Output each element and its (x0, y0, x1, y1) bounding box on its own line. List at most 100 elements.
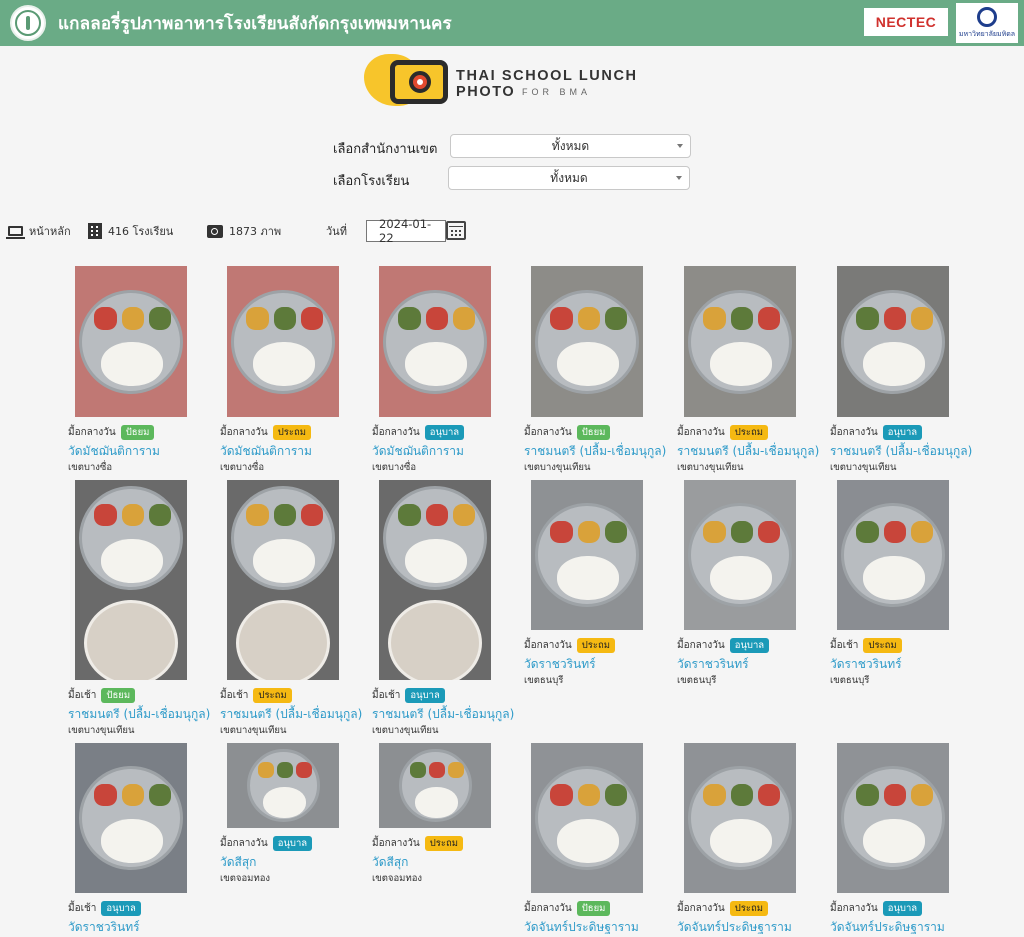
laptop-icon (6, 226, 25, 239)
school-name-link[interactable]: วัดจันทร์ประดิษฐาราม (830, 918, 980, 934)
meal-type: มื้อกลางวัน (220, 838, 268, 849)
meal-type: มื้อกลางวัน (677, 640, 725, 651)
food-photo[interactable] (837, 743, 949, 893)
food-photo[interactable] (379, 743, 491, 828)
school-name-link[interactable]: วัดจันทร์ประดิษฐาราม (677, 918, 827, 934)
photo-card-info: มื้อกลางวัน ประถม ราชมนตรี (ปลื้ม-เชื่อมนุ… (677, 425, 827, 475)
food-tray (688, 289, 792, 394)
level-badge: ปัธยม (120, 425, 155, 440)
school-name-link[interactable]: วัดมัชฌันติการาม (372, 442, 522, 458)
food-photo[interactable] (531, 480, 643, 630)
food-photo[interactable] (531, 266, 643, 417)
district-name: เขตบางซื่อ (220, 462, 265, 473)
school-name-link[interactable]: ราชมนตรี (ปลื้ม-เชื่อมนุกูล) (677, 442, 827, 458)
meal-row: มื้อกลางวัน ประถม (677, 901, 827, 916)
district-select-value: ทั้งหมด (551, 138, 590, 153)
stats-bar: หน้าหลัก 416 โรงเรียน 1873 ภาพ วันที่ 20… (0, 217, 1024, 245)
school-name-link[interactable]: ราชมนตรี (ปลื้ม-เชื่อมนุกูล) (524, 442, 674, 458)
meal-type: มื้อกลางวัน (372, 838, 420, 849)
district-name: เขตบางขุนเทียน (524, 462, 591, 473)
school-name-link[interactable]: วัดราชวรินทร์ (68, 918, 218, 934)
level-badge: ประถม (729, 425, 768, 440)
nectec-logo[interactable]: NECTEC (864, 8, 948, 36)
photo-card-info: มื้อกลางวัน อนุบาลราชมนตรี (ปลื้ม-เชื่อมน… (830, 425, 980, 475)
level-badge: อนุบาล (882, 901, 923, 916)
school-name-link[interactable]: วัดราชวรินทร์ (830, 655, 980, 671)
photo-card-info: มื้อกลางวัน อนุบาล วัดสีสุก เขตจอมทอง (220, 836, 370, 886)
school-name-link[interactable]: วัดมัชฌันติการาม (220, 442, 370, 458)
school-name-link[interactable]: วัดสีสุก (372, 853, 522, 869)
food-photo[interactable] (684, 480, 796, 630)
food-photo[interactable] (379, 266, 491, 417)
date-input[interactable]: 2024-01-22 (366, 217, 446, 245)
food-photo[interactable] (837, 266, 949, 417)
district-select[interactable]: ทั้งหมด (450, 134, 691, 158)
district-name: เขตบางขุนเทียน (372, 725, 439, 736)
calendar-icon[interactable] (446, 221, 466, 240)
food-photo[interactable] (227, 743, 339, 828)
food-photo[interactable] (531, 743, 643, 893)
bma-seal-logo[interactable] (10, 5, 46, 41)
food-tray (535, 289, 639, 394)
school-name-link[interactable]: ราชมนตรี (ปลื้ม-เชื่อมนุกูล) (830, 442, 980, 458)
meal-type: มื้อกลางวัน (830, 903, 878, 914)
photo-card-info: มื้อกลางวัน ปัธยมวัดจันทร์ประดิษฐาราม (524, 901, 674, 936)
school-name-link[interactable]: ราชมนตรี (ปลื้ม-เชื่อมนุกูล) (372, 705, 522, 721)
food-photo[interactable] (837, 480, 949, 630)
meal-type: มื้อกลางวัน (524, 427, 572, 438)
level-badge: ปัธยม (576, 425, 611, 440)
food-photo[interactable] (684, 743, 796, 893)
school-name-link[interactable]: วัดราชวรินทร์ (677, 655, 827, 671)
building-icon (88, 223, 102, 239)
school-name-link[interactable]: ราชมนตรี (ปลื้ม-เชื่อมนุกูล) (68, 705, 218, 721)
school-name-link[interactable]: วัดมัชฌันติการาม (68, 442, 218, 458)
meal-type: มื้อกลางวัน (68, 427, 116, 438)
food-photo[interactable] (379, 480, 491, 680)
district-name: เขตจอมทอง (372, 873, 423, 884)
mahidol-logo[interactable]: มหาวิทยาลัยมหิดล (956, 3, 1018, 43)
soup-bowl (84, 600, 178, 680)
home-link[interactable]: หน้าหลัก (6, 222, 71, 240)
level-badge: อนุบาล (882, 425, 923, 440)
mahidol-seal-icon (977, 6, 997, 27)
site-logo[interactable]: THAI SCHOOL LUNCH PHOTO FOR BMA (364, 52, 674, 112)
meal-row: มื้อเช้า อนุบาล (68, 901, 218, 916)
meal-type: มื้อกลางวัน (677, 903, 725, 914)
food-photo[interactable] (227, 480, 339, 680)
school-select[interactable]: ทั้งหมด (448, 166, 690, 190)
school-count-label: 416 โรงเรียน (108, 225, 174, 238)
level-badge: อนุบาล (729, 638, 770, 653)
food-tray (841, 289, 945, 394)
meal-type: มื้อกลางวัน (830, 427, 878, 438)
food-photo[interactable] (75, 743, 187, 893)
school-name-link[interactable]: วัดจันทร์ประดิษฐาราม (524, 918, 674, 934)
food-tray (383, 486, 487, 590)
food-photo[interactable] (75, 266, 187, 417)
meal-row: มื้อกลางวัน อนุบาล (372, 425, 522, 440)
level-badge: ปัธยม (576, 901, 611, 916)
meal-type: มื้อกลางวัน (524, 903, 572, 914)
photo-count: 1873 ภาพ (207, 222, 281, 240)
meal-row: มื้อกลางวัน ปัธยม (68, 425, 218, 440)
level-badge: อนุบาล (424, 425, 465, 440)
photo-card-info: มื้อเช้า อนุบาลวัดราชวรินทร์ (68, 901, 218, 936)
school-name-link[interactable]: วัดสีสุก (220, 853, 370, 869)
district-filter-label: เลือกสำนักงานเขต (333, 142, 438, 157)
camera-logo-icon (390, 60, 448, 104)
school-name-link[interactable]: วัดราชวรินทร์ (524, 655, 674, 671)
food-photo[interactable] (227, 266, 339, 417)
district-name: เขตบางขุนเทียน (220, 725, 287, 736)
meal-type: มื้อเช้า (830, 640, 859, 651)
meal-row: มื้อกลางวัน ประถม (372, 836, 522, 851)
school-name-link[interactable]: ราชมนตรี (ปลื้ม-เชื่อมนุกูล) (220, 705, 370, 721)
food-photo[interactable] (75, 480, 187, 680)
photo-count-label: 1873 ภาพ (229, 225, 282, 238)
meal-row: มื้อเช้า ประถม (830, 638, 980, 653)
date-label: วันที่ (326, 225, 347, 238)
food-photo[interactable] (684, 266, 796, 417)
soup-bowl (236, 600, 330, 680)
chevron-down-icon (677, 144, 683, 148)
mahidol-logo-label: มหาวิทยาลัยมหิดล (958, 29, 1016, 38)
food-tray (841, 766, 945, 870)
level-badge: ประถม (272, 425, 311, 440)
